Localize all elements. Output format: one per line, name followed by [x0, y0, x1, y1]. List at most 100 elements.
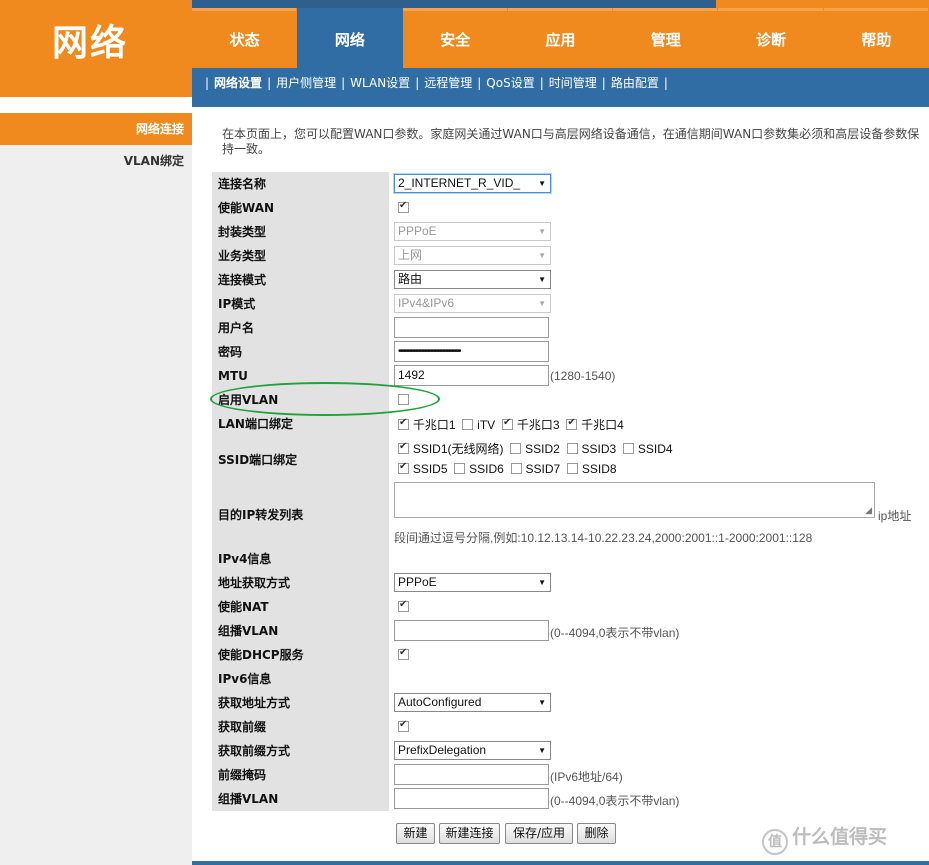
lan-bind-options: 千兆口1 iTV 千兆口3 千兆口4 [398, 416, 627, 433]
watermark: 值什么值得买 [762, 822, 887, 855]
new-connection-button[interactable]: 新建连接 [439, 823, 500, 844]
username-label: 用户名 [218, 321, 255, 335]
ssid5-checkbox[interactable] [398, 461, 409, 474]
ssid8-checkbox[interactable] [567, 463, 579, 474]
mtu-label: MTU [218, 369, 248, 383]
encap-select[interactable]: PPPoE ▼ [394, 222, 551, 241]
password-label: 密码 [218, 345, 243, 359]
subnav-wlan[interactable]: WLAN设置 [350, 74, 410, 91]
mtu-hint: (1280-1540) [550, 369, 616, 383]
tab-application[interactable]: 应用 [507, 8, 613, 68]
conn-mode-select[interactable]: 路由 ▼ [394, 270, 551, 289]
ipv6-section-title: IPv6信息 [218, 672, 272, 686]
subnav-qos[interactable]: QoS设置 [486, 74, 534, 91]
password-input[interactable]: ••••••••••••••••••••••••••••••••••••••••… [394, 341, 549, 362]
sidebar-item-vlan-binding[interactable]: VLAN绑定 [0, 145, 192, 177]
enable-nat-label: 使能NAT [218, 600, 269, 614]
enable-nat-checkbox[interactable] [398, 599, 409, 612]
new-button[interactable]: 新建 [396, 823, 435, 844]
lan3-checkbox[interactable] [502, 417, 513, 430]
logo-title: 网络 [52, 23, 129, 64]
subnav-user-side[interactable]: 用户侧管理 [276, 74, 336, 91]
itv-checkbox[interactable] [462, 419, 474, 430]
chevron-down-icon: ▼ [538, 275, 546, 284]
save-apply-button[interactable]: 保存/应用 [505, 823, 573, 844]
watermark-text: 什么值得买 [792, 826, 888, 848]
tab-management[interactable]: 管理 [613, 8, 718, 68]
mtu-input[interactable]: 1492 [394, 365, 549, 386]
top-strip-accent [716, 0, 929, 8]
chevron-down-icon: ▼ [538, 251, 546, 260]
subnav-time[interactable]: 时间管理 [549, 74, 597, 91]
dest-ip-label: 目的IP转发列表 [218, 508, 304, 522]
username-input[interactable] [394, 317, 549, 338]
sub-nav: | 网络设置 | 用户侧管理 | WLAN设置 | 远程管理 | QoS设置 |… [192, 68, 929, 97]
intro-text: 在本页面上，您可以配置WAN口参数。家庭网关通过WAN口与高层网络设备通信，在通… [222, 127, 920, 156]
tab-network[interactable]: 网络 [297, 8, 403, 68]
prefix-method-select[interactable]: PrefixDelegation ▼ [394, 741, 551, 760]
lan1-checkbox[interactable] [398, 417, 409, 430]
get-addr-method-select[interactable]: AutoConfigured ▼ [394, 693, 551, 712]
subnav-remote[interactable]: 远程管理 [424, 74, 472, 91]
addr-method-select[interactable]: PPPoE ▼ [394, 573, 551, 592]
tab-diagnosis[interactable]: 诊断 [718, 8, 823, 68]
dest-ip-textarea[interactable]: ◢ [394, 482, 875, 518]
multicast-vlan6-hint: (0--4094,0表示不带vlan) [550, 794, 680, 808]
multicast-vlan6-input[interactable] [394, 788, 549, 809]
watermark-logo-icon: 值 [762, 829, 788, 855]
prefix-method-label: 获取前缀方式 [218, 744, 291, 758]
service-select[interactable]: 上网 ▼ [394, 246, 551, 265]
ssid3-checkbox[interactable] [566, 443, 578, 454]
encap-label: 封装类型 [218, 225, 267, 239]
subnav-routing[interactable]: 路由配置 [611, 74, 659, 91]
enable-wan-checkbox[interactable] [398, 200, 409, 213]
service-label: 业务类型 [218, 249, 267, 263]
ip-mode-select[interactable]: IPv4&IPv6 ▼ [394, 294, 551, 313]
tab-status[interactable]: 状态 [192, 8, 297, 68]
ssid1-checkbox[interactable] [398, 441, 409, 454]
ssid-bind-row1: SSID1(无线网络) SSID2 SSID3 SSID4 [398, 440, 676, 457]
ssid4-checkbox[interactable] [623, 443, 635, 454]
tab-security[interactable]: 安全 [402, 8, 508, 68]
delete-button[interactable]: 删除 [577, 823, 616, 844]
subnav-network-settings[interactable]: 网络设置 [214, 74, 262, 91]
get-prefix-checkbox[interactable] [398, 719, 409, 732]
chevron-down-icon: ▼ [538, 227, 546, 236]
chevron-down-icon: ▼ [538, 578, 546, 587]
logo-area: 网络 [0, 0, 192, 97]
ssid-bind-label: SSID端口绑定 [218, 453, 298, 467]
label-column [212, 172, 389, 811]
dest-ip-suffix: ip地址 [878, 509, 912, 523]
ssid6-checkbox[interactable] [454, 463, 466, 474]
chevron-down-icon: ▼ [538, 299, 546, 308]
chevron-down-icon: ▼ [538, 179, 546, 188]
conn-name-select[interactable]: 2_INTERNET_R_VID_ ▼ [394, 174, 551, 193]
resize-handle-icon: ◢ [865, 506, 872, 516]
prefix-mask-input[interactable] [394, 764, 549, 785]
enable-dhcp-label: 使能DHCP服务 [218, 648, 304, 662]
ssid-bind-row2: SSID5 SSID6 SSID7 SSID8 [398, 461, 620, 476]
multicast-vlan6-label: 组播VLAN [218, 792, 279, 806]
tab-help[interactable]: 帮助 [823, 8, 929, 68]
dest-ip-hint: 段间通过逗号分隔,例如:10.12.13.14-10.22.23.24,2000… [394, 531, 813, 545]
sidebar-item-network-connection[interactable]: 网络连接 [0, 113, 192, 145]
addr-method-label: 地址获取方式 [218, 576, 291, 590]
multicast-vlan4-hint: (0--4094,0表示不带vlan) [550, 626, 680, 640]
multicast-vlan4-label: 组播VLAN [218, 624, 279, 638]
enable-dhcp-checkbox[interactable] [398, 647, 409, 660]
ssid2-checkbox[interactable] [510, 443, 522, 454]
enable-wan-label: 使能WAN [218, 201, 275, 215]
prefix-mask-label: 前缀掩码 [218, 768, 267, 782]
conn-mode-label: 连接模式 [218, 273, 267, 287]
chevron-down-icon: ▼ [538, 746, 546, 755]
lan4-checkbox[interactable] [566, 417, 578, 430]
multicast-vlan4-input[interactable] [394, 620, 549, 641]
prefix-mask-hint: (IPv6地址/64) [550, 770, 623, 784]
ssid7-checkbox[interactable] [510, 463, 522, 474]
sidebar: 网络连接 VLAN绑定 [0, 113, 192, 865]
highlight-circle [210, 382, 440, 416]
lan-bind-label: LAN端口绑定 [218, 417, 293, 431]
conn-name-label: 连接名称 [218, 177, 267, 191]
ipv4-section-title: IPv4信息 [218, 552, 272, 566]
chevron-down-icon: ▼ [538, 698, 546, 707]
